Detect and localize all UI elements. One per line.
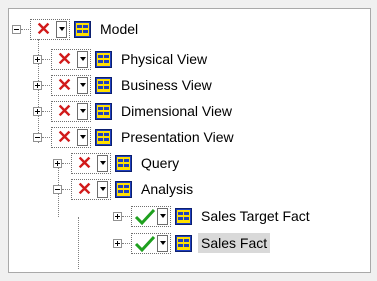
node-label[interactable]: Presentation View [118, 127, 237, 147]
expand-toggle-icon[interactable] [113, 211, 122, 221]
node-label[interactable]: Analysis [138, 179, 196, 199]
object-icon [115, 180, 132, 198]
state-selector[interactable] [131, 232, 171, 254]
x-mark-icon: ✕ [76, 178, 93, 199]
x-mark-icon: ✕ [56, 100, 73, 121]
tree-node-query[interactable]: ✕ Query [53, 152, 182, 174]
x-mark-icon: ✕ [56, 126, 73, 147]
node-label[interactable]: Business View [118, 75, 215, 95]
dropdown-arrow-icon[interactable] [56, 20, 67, 38]
object-icon [74, 20, 91, 38]
x-mark-icon: ✕ [56, 74, 73, 95]
dropdown-arrow-icon[interactable] [97, 180, 108, 198]
node-label[interactable]: Sales Target Fact [198, 206, 313, 226]
tree-branch-line [42, 58, 50, 60]
object-icon [95, 102, 112, 120]
x-mark-icon: ✕ [35, 18, 52, 39]
dropdown-arrow-icon[interactable] [77, 50, 88, 68]
state-selector[interactable]: ✕ [71, 152, 111, 174]
checkmark-icon [132, 234, 157, 253]
dropdown-arrow-icon[interactable] [97, 154, 108, 172]
expand-toggle-icon[interactable] [33, 54, 42, 64]
object-icon [115, 154, 132, 172]
expand-toggle-icon[interactable] [53, 158, 62, 168]
x-mark-icon: ✕ [76, 152, 93, 173]
tree-branch-line [62, 188, 70, 190]
state-selector[interactable]: ✕ [30, 18, 70, 40]
tree-node-sales-fact[interactable]: Sales Fact [113, 232, 271, 254]
tree-connector [78, 217, 79, 269]
dropdown-arrow-icon[interactable] [77, 128, 88, 146]
object-icon [95, 50, 112, 68]
collapse-toggle-icon[interactable] [33, 132, 42, 142]
state-selector[interactable]: ✕ [51, 100, 91, 122]
tree-node-business-view[interactable]: ✕ Business View [33, 74, 215, 96]
state-selector[interactable]: ✕ [51, 126, 91, 148]
tree-node-physical-view[interactable]: ✕ Physical View [33, 48, 210, 70]
state-selector[interactable]: ✕ [51, 74, 91, 96]
object-icon [95, 76, 112, 94]
node-label[interactable]: Query [138, 153, 182, 173]
tree-node-dimensional-view[interactable]: ✕ Dimensional View [33, 100, 235, 122]
state-selector[interactable]: ✕ [71, 178, 111, 200]
object-icon [175, 234, 192, 252]
dropdown-arrow-icon[interactable] [77, 76, 88, 94]
tree-branch-line [62, 162, 70, 164]
collapse-toggle-icon[interactable] [53, 184, 62, 194]
state-selector[interactable] [131, 205, 171, 227]
object-icon [175, 207, 192, 225]
model-tree[interactable]: ✕ Model ✕ Physical View ✕ Business View [8, 8, 371, 273]
node-label[interactable]: Model [97, 19, 141, 39]
tree-branch-line [122, 242, 130, 244]
expand-toggle-icon[interactable] [33, 106, 42, 116]
checkmark-icon [132, 207, 157, 226]
expand-toggle-icon[interactable] [113, 238, 122, 248]
node-label[interactable]: Dimensional View [118, 101, 235, 121]
tree-branch-line [21, 28, 29, 30]
state-selector[interactable]: ✕ [51, 48, 91, 70]
tree-branch-line [42, 136, 50, 138]
collapse-toggle-icon[interactable] [12, 24, 21, 34]
tree-branch-line [122, 215, 130, 217]
tree-node-analysis[interactable]: ✕ Analysis [53, 178, 196, 200]
tree-branch-line [42, 84, 50, 86]
x-mark-icon: ✕ [56, 48, 73, 69]
node-label-selected[interactable]: Sales Fact [198, 233, 271, 253]
dropdown-arrow-icon[interactable] [157, 207, 168, 225]
object-icon [95, 128, 112, 146]
tree-branch-line [42, 110, 50, 112]
tree-node-presentation-view[interactable]: ✕ Presentation View [33, 126, 237, 148]
node-label[interactable]: Physical View [118, 49, 210, 69]
dropdown-arrow-icon[interactable] [157, 234, 168, 252]
dropdown-arrow-icon[interactable] [77, 102, 88, 120]
expand-toggle-icon[interactable] [33, 80, 42, 90]
tree-node-sales-target-fact[interactable]: Sales Target Fact [113, 205, 313, 227]
tree-node-model[interactable]: ✕ Model [12, 18, 141, 40]
